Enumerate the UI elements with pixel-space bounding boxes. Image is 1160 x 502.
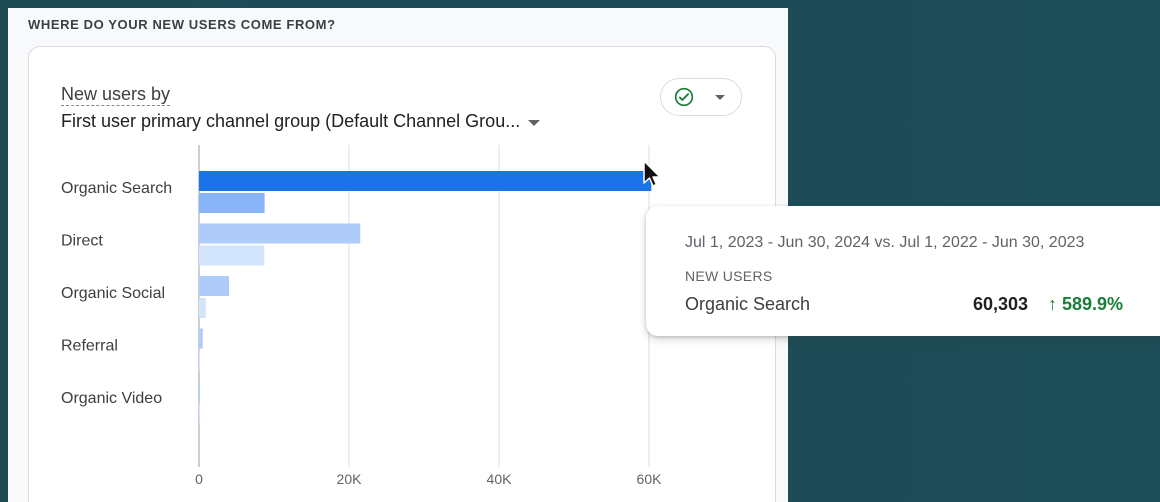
previous-period-bar[interactable]	[199, 298, 206, 318]
previous-period-bar[interactable]	[199, 245, 265, 266]
dropdown-caret-icon	[528, 119, 541, 126]
category-label: Direct	[61, 233, 103, 250]
dimension-selector[interactable]: First user primary channel group (Defaul…	[61, 111, 541, 132]
previous-period-bar[interactable]	[199, 350, 200, 371]
status-filter-chip[interactable]	[660, 78, 742, 116]
tooltip-metric: NEW USERS	[685, 268, 773, 284]
section-title: WHERE DO YOUR NEW USERS COME FROM?	[28, 17, 336, 32]
current-period-bar[interactable]	[199, 171, 652, 191]
x-tick-label: 20K	[337, 471, 363, 487]
category-label: Organic Search	[61, 180, 172, 197]
x-tick-label: 60K	[637, 471, 663, 487]
mouse-pointer-icon	[643, 160, 661, 187]
chart-heading-prefix: New users by	[61, 84, 171, 106]
tooltip-label: Organic Search	[685, 294, 811, 314]
chart-tooltip: Jul 1, 2023 - Jun 30, 2024 vs. Jul 1, 20…	[646, 206, 1160, 336]
tooltip-change: ↑ 589.9%	[1048, 294, 1124, 314]
x-tick-label: 0	[195, 471, 203, 487]
category-label: Organic Social	[61, 285, 165, 302]
previous-period-bar[interactable]	[199, 193, 265, 213]
tooltip-date-range: Jul 1, 2023 - Jun 30, 2024 vs. Jul 1, 20…	[685, 234, 1085, 251]
current-period-bar[interactable]	[199, 276, 229, 296]
current-period-bar[interactable]	[199, 381, 200, 401]
x-tick-label: 40K	[487, 471, 513, 487]
current-period-bar[interactable]	[199, 328, 203, 349]
tooltip-value: 60,303	[973, 294, 1029, 314]
metric-selector-link[interactable]: New users by	[61, 84, 171, 106]
current-period-bar[interactable]	[199, 223, 361, 244]
screen: WHERE DO YOUR NEW USERS COME FROM? New u…	[0, 0, 1160, 502]
dimension-label: First user primary channel group (Defaul…	[61, 111, 521, 131]
check-circle-icon	[674, 87, 694, 107]
chevron-down-icon	[715, 95, 725, 100]
previous-period-bar[interactable]	[199, 403, 200, 423]
category-label: Referral	[61, 338, 118, 355]
category-label: Organic Video	[61, 390, 162, 407]
